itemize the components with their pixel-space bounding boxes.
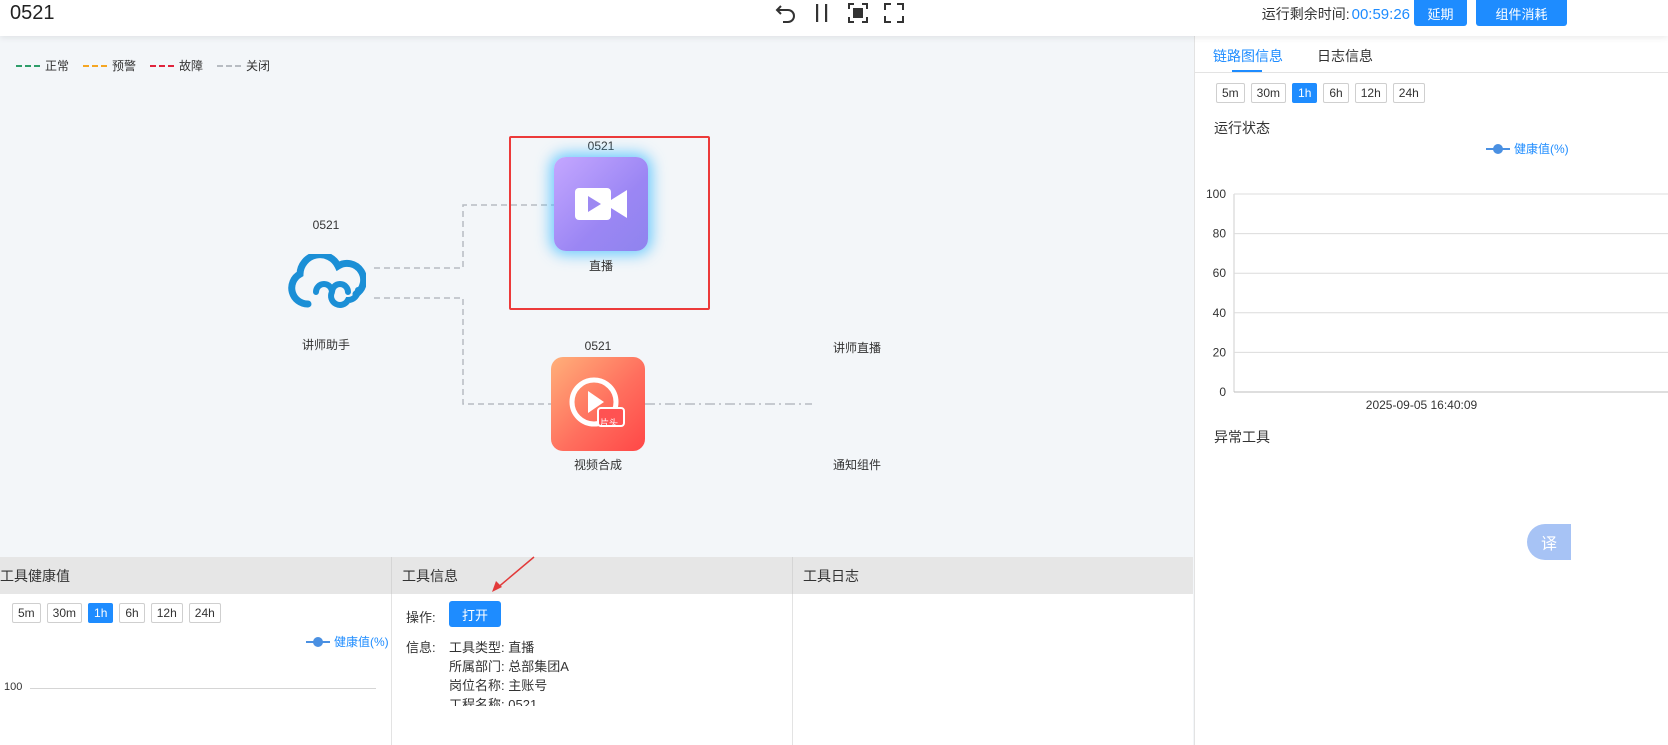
y-tick-label: 40 — [1213, 306, 1227, 320]
tab-link-info[interactable]: 链路图信息 — [1213, 46, 1283, 66]
info-project: 工程名称: 0521 — [449, 697, 538, 706]
health-series-name: 健康值(%) — [334, 635, 389, 649]
info-panel-header: 工具信息 — [392, 557, 793, 594]
y-tick-label: 60 — [1213, 266, 1227, 280]
health-range-1h[interactable]: 1h — [88, 603, 114, 623]
page-title: 0521 — [10, 2, 55, 24]
node-teacher-live-name[interactable]: 讲师直播 — [797, 339, 917, 356]
node-notify-name[interactable]: 通知组件 — [797, 456, 917, 473]
right-series-legend[interactable]: 健康值(%) — [1486, 140, 1569, 157]
right-panel: 链路图信息 日志信息 5m 30m 1h 6h 12h 24h 运行状态 健康值… — [1194, 36, 1668, 745]
info-position: 岗位名称: 主账号 — [449, 678, 548, 693]
health-range-30m[interactable]: 30m — [46, 603, 83, 623]
video-badge-text: 片头 — [600, 418, 619, 428]
remaining-time-label: 运行剩余时间: — [1261, 6, 1350, 22]
y-tick-label: 0 — [1219, 385, 1226, 399]
node-assistant[interactable] — [286, 251, 368, 314]
log-panel-title: 工具日志 — [803, 567, 859, 584]
tab-log-info[interactable]: 日志信息 — [1317, 46, 1373, 66]
bottom-panels: 工具健康值 工具信息 工具日志 5m 30m 1h 6h 12h 24h 健康值… — [0, 557, 1193, 745]
log-panel-body — [793, 594, 1193, 745]
health-y-top-tick: 100 — [4, 681, 23, 693]
right-range-selector: 5m 30m 1h 6h 12h 24h — [1216, 83, 1431, 103]
health-range-12h[interactable]: 12h — [150, 603, 183, 623]
x-tick-label: 2025-09-05 16:40:09 — [1366, 398, 1478, 412]
remaining-time: 运行剩余时间: 00:59:26 — [1262, 4, 1410, 24]
node-live-name: 直播 — [588, 259, 613, 273]
info-panel-title: 工具信息 — [402, 567, 458, 584]
node-video-compose[interactable]: 片头 — [551, 357, 645, 451]
health-range-selector: 5m 30m 1h 6h 12h 24h — [12, 603, 227, 623]
health-panel-title: 工具健康值 — [0, 567, 70, 584]
node-assistant-name: 讲师助手 — [301, 338, 350, 352]
log-panel-header: 工具日志 — [793, 557, 1193, 594]
run-status-chart: 0 20 40 60 80 100 2025-09-05 16:40:09 — [1206, 187, 1668, 412]
health-range-6h[interactable]: 6h — [119, 603, 145, 623]
open-button[interactable]: 打开 — [449, 601, 501, 627]
node-video-name: 视频合成 — [573, 458, 622, 472]
right-series-name: 健康值(%) — [1514, 142, 1569, 156]
right-tabs: 链路图信息 日志信息 — [1195, 36, 1668, 73]
run-status-title: 运行状态 — [1214, 120, 1270, 136]
extend-button[interactable]: 延期 — [1414, 0, 1467, 26]
health-range-24h[interactable]: 24h — [188, 603, 221, 623]
series-marker-icon — [1486, 143, 1510, 155]
cloud-link-icon — [288, 251, 368, 308]
annotation-arrow — [492, 556, 535, 592]
y-tick-label: 80 — [1213, 227, 1227, 241]
active-tab-indicator — [1232, 70, 1262, 72]
y-tick-label: 20 — [1213, 345, 1227, 359]
health-range-5m[interactable]: 5m — [12, 603, 41, 623]
right-range-12h[interactable]: 12h — [1354, 83, 1387, 103]
toolbar — [768, 0, 912, 26]
health-panel-body: 5m 30m 1h 6h 12h 24h 健康值(%) 100 — [0, 594, 392, 745]
play-circle-icon — [569, 377, 625, 427]
component-consumption-button[interactable]: 组件消耗 — [1476, 0, 1567, 26]
right-range-30m[interactable]: 30m — [1250, 83, 1287, 103]
translate-button[interactable]: 译 — [1527, 524, 1571, 560]
abnormal-tools-title: 异常工具 — [1214, 429, 1270, 445]
top-header: 0521 运行剩余时间: 00:59:26 延期 组件消耗 — [0, 0, 1668, 36]
info-department: 所属部门: 总部集团A — [449, 659, 569, 674]
video-camera-icon — [575, 188, 627, 220]
series-marker-icon — [306, 636, 330, 648]
health-series-legend[interactable]: 健康值(%) — [306, 633, 389, 650]
fit-screen-icon[interactable] — [840, 0, 876, 26]
node-live[interactable] — [554, 157, 648, 251]
node-live-top-label: 0521 — [587, 139, 615, 153]
info-tool-type: 工具类型: 直播 — [449, 640, 535, 655]
undo-icon[interactable] — [768, 0, 804, 26]
right-range-24h[interactable]: 24h — [1392, 83, 1425, 103]
right-range-5m[interactable]: 5m — [1216, 83, 1245, 103]
node-assistant-top-label: 0521 — [312, 218, 340, 232]
right-range-1h[interactable]: 1h — [1292, 83, 1318, 103]
info-label: 信息: — [406, 640, 436, 655]
node-video-top-label: 0521 — [584, 339, 612, 353]
right-range-6h[interactable]: 6h — [1323, 83, 1349, 103]
health-gridline — [30, 688, 376, 689]
operation-label: 操作: — [406, 610, 436, 625]
fullscreen-icon[interactable] — [876, 0, 912, 26]
y-tick-label: 100 — [1206, 187, 1226, 201]
remaining-time-value: 00:59:26 — [1351, 6, 1410, 23]
pause-icon[interactable] — [804, 0, 840, 26]
health-panel-header: 工具健康值 — [0, 557, 392, 594]
